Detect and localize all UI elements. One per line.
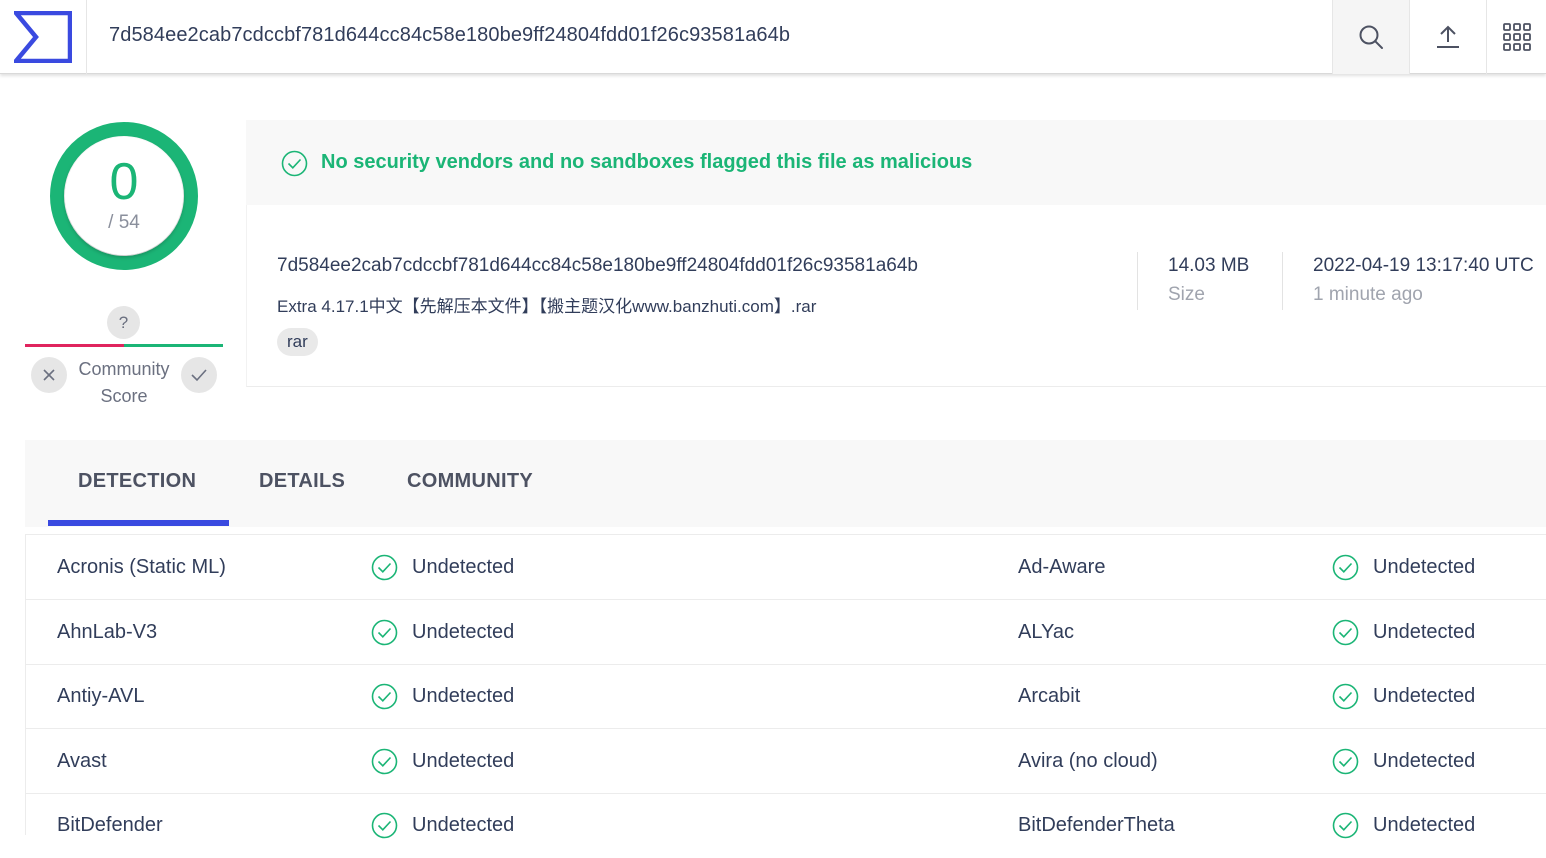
apps-menu-button[interactable] xyxy=(1486,0,1546,74)
vendor-name: AhnLab-V3 xyxy=(57,621,158,643)
table-row: AhnLab-V3 Undetected ALYac Undetected xyxy=(26,600,1546,665)
vendor-name: Antiy-AVL xyxy=(57,685,145,707)
community-score-badge: ? xyxy=(107,306,140,339)
vendor-name: ALYac xyxy=(1018,621,1074,643)
vendor-result: Undetected xyxy=(412,750,515,772)
file-size-value: 14.03 MB xyxy=(1168,255,1250,276)
community-score-label: Community Score xyxy=(70,356,178,410)
vendor-name: Acronis (Static ML) xyxy=(57,556,226,578)
vendor-result: Undetected xyxy=(1373,814,1476,836)
file-info-card: 7d584ee2cab7cdccbf781d644cc84c58e180be9f… xyxy=(246,205,1546,387)
vendor-name: Avira (no cloud) xyxy=(1018,750,1158,772)
vendor-result: Undetected xyxy=(1373,750,1476,772)
file-name: Extra 4.17.1中文【先解压本文件】【搬主题汉化www.banzhuti… xyxy=(277,297,817,316)
vendor-name: Arcabit xyxy=(1018,685,1081,707)
vendor-result: Undetected xyxy=(1373,685,1476,707)
detection-score: 0 / 54 xyxy=(48,120,200,272)
vendor-name: Ad-Aware xyxy=(1018,556,1106,578)
file-size-label: Size xyxy=(1168,284,1205,305)
check-circle-icon xyxy=(1332,683,1359,710)
vendor-result: Undetected xyxy=(412,685,515,707)
grid-icon xyxy=(1502,23,1531,51)
report-tabs: DETECTION DETAILS COMMUNITY xyxy=(25,440,1546,527)
check-circle-icon xyxy=(1332,619,1359,646)
check-circle-icon xyxy=(281,150,308,177)
detection-table: Acronis (Static ML) Undetected Ad-Aware … xyxy=(25,534,1546,839)
check-circle-icon xyxy=(371,619,398,646)
divider xyxy=(1282,252,1283,310)
vendor-result: Undetected xyxy=(1373,621,1476,643)
vendor-name: BitDefenderTheta xyxy=(1018,814,1175,836)
check-circle-icon xyxy=(371,748,398,775)
table-row: Acronis (Static ML) Undetected Ad-Aware … xyxy=(26,535,1546,600)
community-label-line1: Community xyxy=(78,359,170,379)
upload-button[interactable] xyxy=(1409,0,1486,74)
vote-harmless-button[interactable] xyxy=(181,357,217,393)
analysis-date-value: 2022-04-19 13:17:40 UTC xyxy=(1313,255,1534,276)
tab-community[interactable]: COMMUNITY xyxy=(407,470,533,493)
engine-total: / 54 xyxy=(108,212,140,233)
search-input[interactable]: 7d584ee2cab7cdccbf781d644cc84c58e180be9f… xyxy=(109,24,790,47)
verdict-banner: No security vendors and no sandboxes fla… xyxy=(246,120,1546,205)
check-circle-icon xyxy=(1332,554,1359,581)
check-circle-icon xyxy=(371,554,398,581)
active-tab-indicator xyxy=(48,520,229,526)
verdict-text: No security vendors and no sandboxes fla… xyxy=(321,151,973,173)
vendor-result: Undetected xyxy=(412,814,515,836)
top-bar: 7d584ee2cab7cdccbf781d644cc84c58e180be9f… xyxy=(0,0,1546,74)
upload-icon xyxy=(1437,25,1459,48)
vendor-name: BitDefender xyxy=(57,814,163,836)
search-button[interactable] xyxy=(1332,0,1409,74)
table-row: Antiy-AVL Undetected Arcabit Undetected xyxy=(26,664,1546,729)
check-circle-icon xyxy=(1332,748,1359,775)
file-hash[interactable]: 7d584ee2cab7cdccbf781d644cc84c58e180be9f… xyxy=(277,255,918,277)
vendor-result: Undetected xyxy=(412,621,515,643)
vendor-result: Undetected xyxy=(412,556,515,578)
community-bar-negative xyxy=(25,344,124,347)
vote-malicious-button[interactable] xyxy=(31,357,67,393)
community-bar-positive xyxy=(124,344,223,347)
detection-count: 0 xyxy=(109,153,139,211)
check-icon xyxy=(191,369,207,382)
table-row: Avast Undetected Avira (no cloud) Undete… xyxy=(26,729,1546,794)
logo-icon xyxy=(14,11,72,63)
divider xyxy=(1137,252,1138,310)
community-label-line2: Score xyxy=(100,386,148,406)
virustotal-logo[interactable] xyxy=(0,0,87,74)
file-tag[interactable]: rar xyxy=(277,328,318,356)
search-icon xyxy=(1359,25,1383,49)
vendor-result: Undetected xyxy=(1373,556,1476,578)
vendor-name: Avast xyxy=(57,750,107,772)
check-circle-icon xyxy=(371,683,398,710)
tab-detection[interactable]: DETECTION xyxy=(78,470,196,493)
tab-details[interactable]: DETAILS xyxy=(259,470,345,493)
analysis-date-relative: 1 minute ago xyxy=(1313,284,1423,305)
table-row: BitDefender Undetected BitDefenderTheta … xyxy=(26,793,1546,858)
close-icon xyxy=(43,369,55,381)
